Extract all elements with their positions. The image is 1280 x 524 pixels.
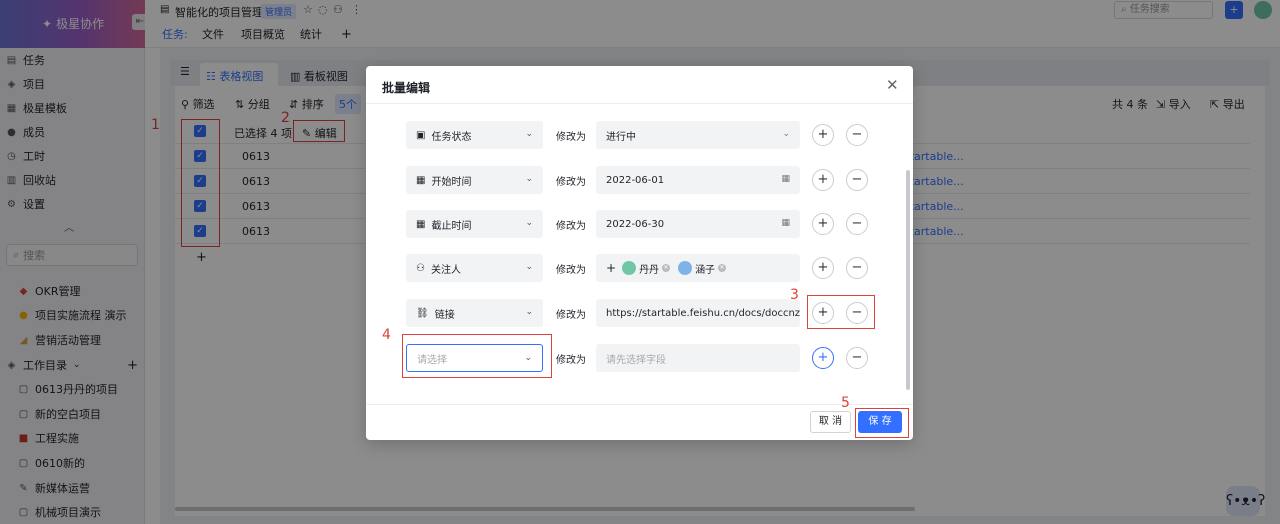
modal-title: 批量编辑 bbox=[382, 81, 431, 95]
add-follower-icon[interactable]: + bbox=[606, 261, 616, 275]
remove-row-button[interactable]: − bbox=[846, 124, 868, 146]
edit-row-status: ▣ 任务状态 ⌄ 修改为 进行中 ⌄ + − bbox=[406, 121, 886, 149]
add-row-button[interactable]: + bbox=[812, 124, 834, 146]
followers-input[interactable]: + 丹丹 ✕ 涵子 ✕ bbox=[596, 254, 800, 282]
chevron-down-icon: ⌄ bbox=[525, 218, 533, 228]
remove-chip-icon[interactable]: ✕ bbox=[662, 264, 671, 272]
status-icon: ▣ bbox=[416, 129, 426, 141]
edit-row-start: ▦ 开始时间 ⌄ 修改为 2022-06-01 ▦ + − bbox=[406, 166, 886, 194]
add-row-button[interactable]: + bbox=[812, 347, 834, 369]
field-select[interactable]: ▦ 截止时间 ⌄ bbox=[406, 210, 543, 238]
cancel-button[interactable]: 取 消 bbox=[810, 411, 851, 433]
chevron-down-icon: ⌄ bbox=[782, 129, 790, 139]
start-date-input[interactable]: 2022-06-01 ▦ bbox=[596, 166, 800, 194]
batch-edit-modal: 批量编辑 ✕ ▣ 任务状态 ⌄ 修改为 进行中 ⌄ + − ▦ 开始时间 ⌄ 修改为 20… bbox=[366, 66, 913, 440]
avatar bbox=[678, 261, 693, 275]
annotation-number-4: 4 bbox=[382, 327, 391, 343]
add-row-button[interactable]: + bbox=[812, 169, 834, 191]
status-value-select[interactable]: 进行中 ⌄ bbox=[596, 121, 800, 149]
annotation-number-3: 3 bbox=[790, 287, 799, 303]
divider bbox=[366, 103, 913, 104]
remove-row-button[interactable]: − bbox=[846, 257, 868, 279]
end-date-input[interactable]: 2022-06-30 ▦ bbox=[596, 210, 800, 238]
link-input[interactable]: https://startable.feishu.cn/docs/doccnzt… bbox=[596, 299, 800, 327]
chevron-down-icon: ⌄ bbox=[525, 129, 533, 139]
field-select[interactable]: ▣ 任务状态 ⌄ bbox=[406, 121, 543, 149]
people-icon: ⚇ bbox=[416, 262, 425, 274]
field-select[interactable]: ▦ 开始时间 ⌄ bbox=[406, 166, 543, 194]
avatar bbox=[622, 261, 637, 275]
annotation-box-3 bbox=[807, 295, 875, 329]
field-select[interactable]: ⚇ 关注人 ⌄ bbox=[406, 254, 543, 282]
calendar-icon: ▦ bbox=[781, 174, 790, 184]
remove-chip-icon[interactable]: ✕ bbox=[718, 264, 727, 272]
chevron-down-icon: ⌄ bbox=[525, 174, 533, 184]
calendar-icon: ▦ bbox=[416, 218, 426, 230]
annotation-number-5: 5 bbox=[841, 395, 850, 411]
follower-chip: 涵子 ✕ bbox=[678, 261, 727, 276]
value-input-disabled[interactable]: 请先选择字段 bbox=[596, 344, 800, 372]
annotation-box-5 bbox=[855, 408, 909, 438]
field-select[interactable]: ⛓ 链接 ⌄ bbox=[406, 299, 543, 327]
remove-row-button[interactable]: − bbox=[846, 347, 868, 369]
add-row-button[interactable]: + bbox=[812, 257, 834, 279]
remove-row-button[interactable]: − bbox=[846, 213, 868, 235]
chevron-down-icon: ⌄ bbox=[525, 262, 533, 272]
edit-row-followers: ⚇ 关注人 ⌄ 修改为 + 丹丹 ✕ 涵子 ✕ + − bbox=[406, 254, 886, 282]
divider bbox=[366, 404, 913, 405]
link-icon: ⛓ bbox=[416, 307, 429, 319]
annotation-box-4 bbox=[402, 334, 552, 378]
add-row-button[interactable]: + bbox=[812, 213, 834, 235]
edit-row-end: ▦ 截止时间 ⌄ 修改为 2022-06-30 ▦ + − bbox=[406, 210, 886, 238]
remove-row-button[interactable]: − bbox=[846, 169, 868, 191]
modal-scrollbar[interactable] bbox=[906, 170, 910, 390]
follower-chip: 丹丹 ✕ bbox=[622, 261, 671, 276]
calendar-icon: ▦ bbox=[781, 218, 790, 228]
close-icon[interactable]: ✕ bbox=[886, 76, 899, 94]
chevron-down-icon: ⌄ bbox=[525, 307, 533, 317]
calendar-icon: ▦ bbox=[416, 174, 426, 186]
